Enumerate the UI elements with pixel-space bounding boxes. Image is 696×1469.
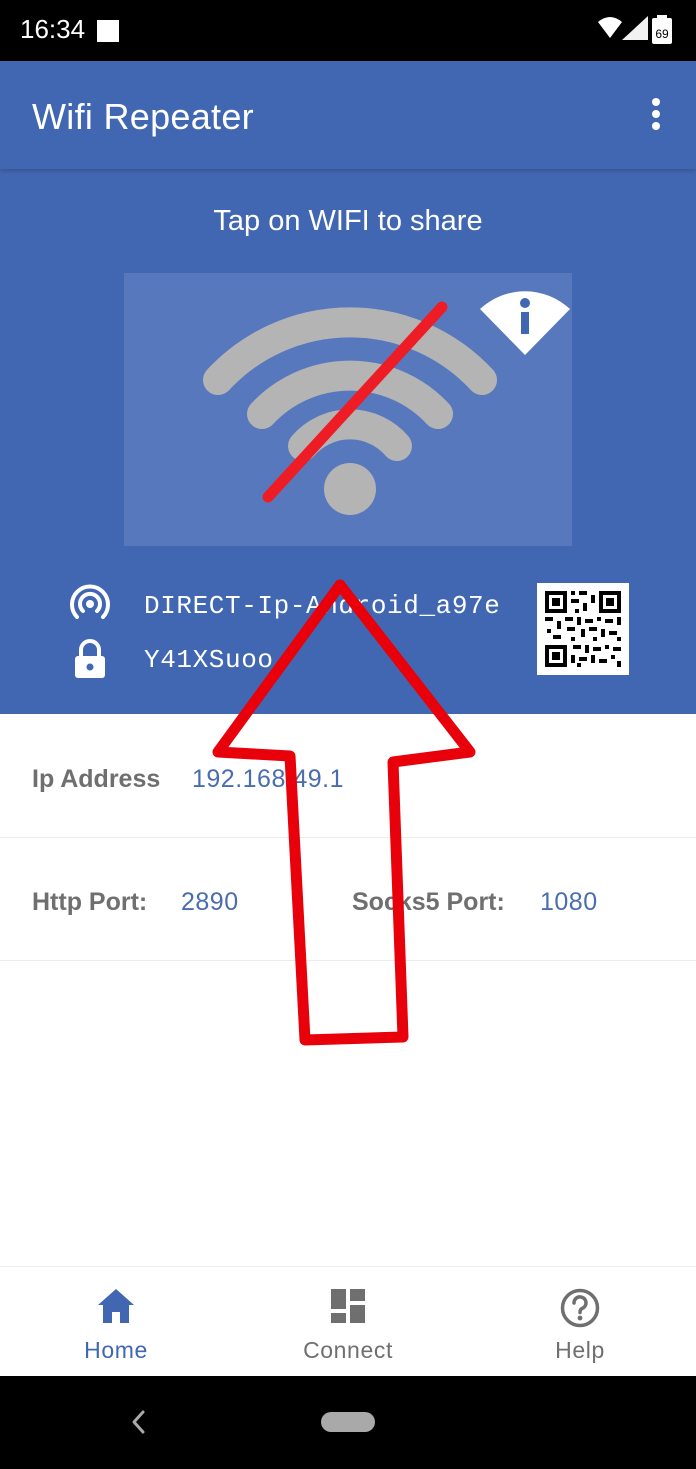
- nav-help[interactable]: Help: [464, 1267, 696, 1377]
- divider: [0, 837, 696, 838]
- wifi-info-icon[interactable]: [478, 279, 572, 357]
- more-vert-icon[interactable]: [644, 97, 668, 133]
- cell-signal-icon: [622, 16, 648, 40]
- socks5-port-label: Socks5 Port:: [352, 888, 505, 916]
- qr-code-button[interactable]: [537, 583, 629, 675]
- qr-code-icon: [545, 591, 621, 667]
- share-hint: Tap on WIFI to share: [213, 205, 483, 237]
- battery-icon: 69: [652, 15, 672, 44]
- notification-icon: [97, 20, 119, 42]
- status-icons: 69: [598, 15, 672, 44]
- dashboard-icon: [331, 1289, 365, 1323]
- nav-connect-label: Connect: [303, 1337, 393, 1363]
- http-port-label: Http Port:: [32, 888, 148, 916]
- bottom-navigation: Home Connect Help: [0, 1266, 696, 1376]
- ip-address-label: Ip Address: [32, 765, 161, 793]
- lock-icon: [75, 639, 105, 678]
- share-panel: Tap on WIFI to share DIRECT-Ip-Android_a…: [0, 169, 696, 714]
- nav-connect[interactable]: Connect: [232, 1267, 464, 1377]
- app-bar: Wifi Repeater: [0, 61, 696, 169]
- nav-home-label: Home: [84, 1337, 148, 1363]
- connection-details: Ip Address 192.168.49.1 Http Port: 2890 …: [0, 714, 696, 1266]
- back-icon[interactable]: [128, 1408, 148, 1436]
- svg-text:69: 69: [655, 27, 669, 41]
- home-icon: [98, 1289, 134, 1323]
- nav-help-label: Help: [555, 1337, 605, 1363]
- ip-address-value: 192.168.49.1: [192, 765, 344, 793]
- network-password: Y41XSuoo: [144, 645, 274, 675]
- wifi-signal-icon: [598, 17, 622, 38]
- http-port-value: 2890: [181, 888, 239, 916]
- hotspot-icon: [70, 584, 110, 619]
- nav-home[interactable]: Home: [0, 1267, 232, 1377]
- network-name: DIRECT-Ip-Android_a97e: [144, 591, 501, 621]
- divider: [0, 960, 696, 961]
- help-icon: [560, 1288, 600, 1328]
- app-title: Wifi Repeater: [32, 96, 254, 137]
- socks5-port-value: 1080: [540, 888, 598, 916]
- system-navigation-bar: [0, 1376, 696, 1469]
- home-pill-button[interactable]: [321, 1412, 375, 1432]
- status-bar: 16:34 69: [0, 0, 696, 61]
- status-time: 16:34: [20, 14, 86, 44]
